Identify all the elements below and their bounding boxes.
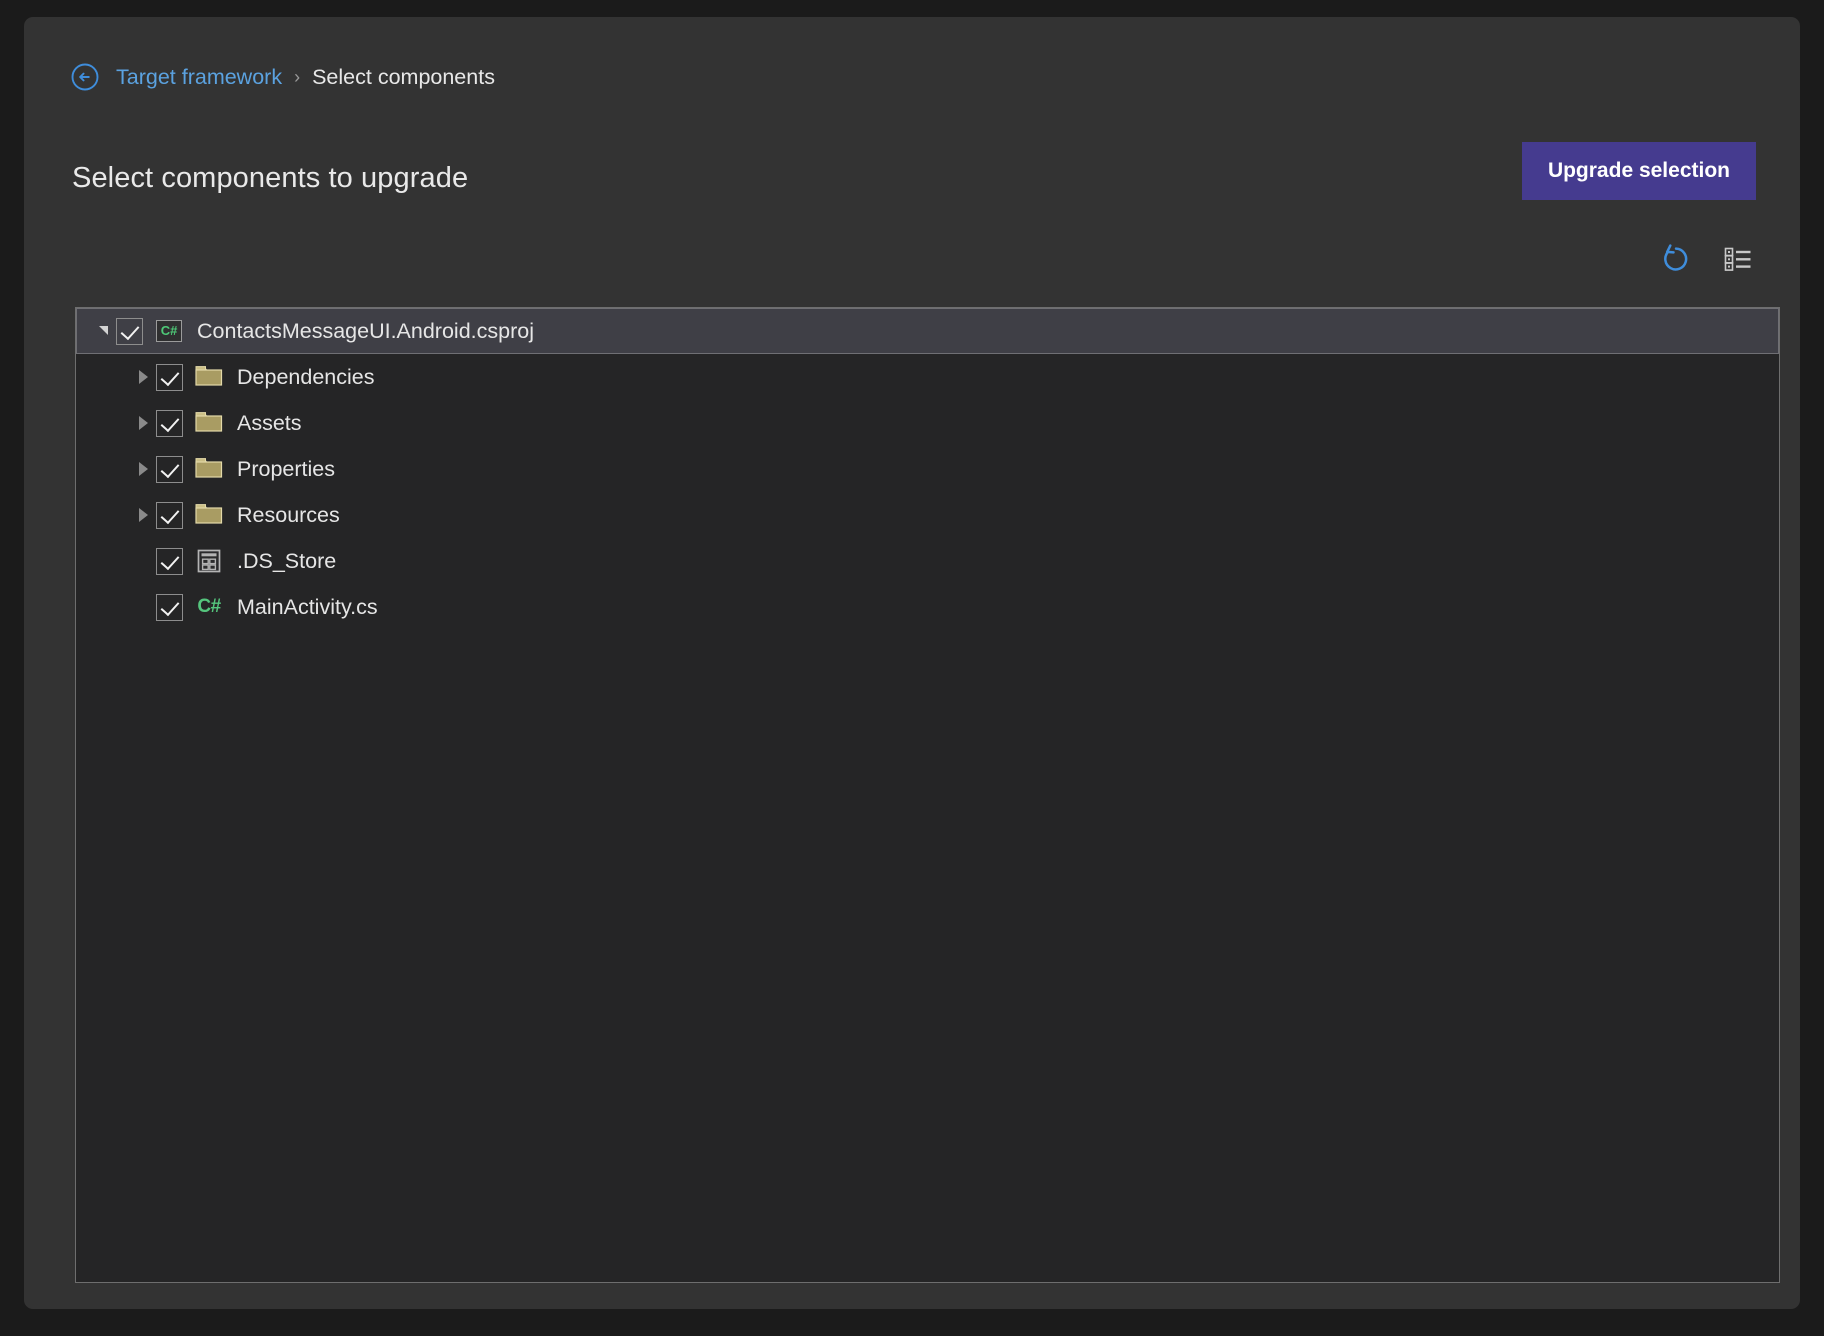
folder-icon <box>193 407 225 439</box>
wizard-panel: Target framework › Select components Sel… <box>24 17 1800 1309</box>
tree-row[interactable]: .DS_Store <box>76 538 1779 584</box>
tree-toolbar <box>1656 239 1758 279</box>
breadcrumb-current: Select components <box>312 64 495 89</box>
node-label: Properties <box>237 456 335 481</box>
node-checkbox[interactable] <box>156 455 183 483</box>
node-checkbox[interactable] <box>156 501 183 529</box>
component-tree[interactable]: C# ContactsMessageUI.Android.csproj Depend… <box>75 307 1780 1283</box>
node-label: Assets <box>237 410 302 435</box>
tree-row[interactable]: Assets <box>76 400 1779 446</box>
node-checkbox[interactable] <box>116 317 143 345</box>
node-checkbox[interactable] <box>156 547 183 575</box>
tree-row[interactable]: Resources <box>76 492 1779 538</box>
node-label: MainActivity.cs <box>237 594 378 619</box>
expander-collapsed-icon[interactable] <box>130 400 156 446</box>
tree-row[interactable]: Properties <box>76 446 1779 492</box>
expander-placeholder <box>130 584 156 630</box>
upgrade-selection-button[interactable]: Upgrade selection <box>1521 142 1756 200</box>
expander-placeholder <box>130 538 156 584</box>
breadcrumb: Target framework › Select components <box>70 60 495 94</box>
expander-collapsed-icon[interactable] <box>130 492 156 538</box>
breadcrumb-parent-link[interactable]: Target framework <box>116 65 282 90</box>
page-title: Select components to upgrade <box>72 162 469 194</box>
csharp-file-icon: C# <box>193 591 225 623</box>
folder-icon <box>193 361 225 393</box>
tree-row[interactable]: C# ContactsMessageUI.Android.csproj <box>76 308 1779 354</box>
list-view-icon[interactable] <box>1718 239 1758 279</box>
node-label: Dependencies <box>237 364 375 389</box>
csharp-file-icon-glyph: C# <box>197 596 221 617</box>
expander-collapsed-icon[interactable] <box>130 446 156 492</box>
node-checkbox[interactable] <box>156 363 183 391</box>
breadcrumb-separator: › <box>294 66 301 87</box>
node-label: ContactsMessageUI.Android.csproj <box>197 318 534 343</box>
tree-rows: C# ContactsMessageUI.Android.csproj Depend… <box>76 308 1779 630</box>
expander-expanded-icon[interactable] <box>90 308 116 354</box>
expander-collapsed-icon[interactable] <box>130 354 156 400</box>
csproj-icon-glyph: C# <box>156 320 182 342</box>
app-root: Target framework › Select components Sel… <box>0 0 1824 1336</box>
refresh-icon[interactable] <box>1656 239 1696 279</box>
tree-row[interactable]: Dependencies <box>76 354 1779 400</box>
node-label: Resources <box>237 502 340 527</box>
node-checkbox[interactable] <box>156 593 183 621</box>
back-arrow-circle-icon[interactable] <box>70 62 100 92</box>
node-checkbox[interactable] <box>156 409 183 437</box>
folder-icon <box>193 453 225 485</box>
csproj-icon: C# <box>153 315 185 347</box>
node-label: .DS_Store <box>237 548 337 573</box>
file-icon <box>193 545 225 577</box>
folder-icon <box>193 499 225 531</box>
tree-row[interactable]: C# MainActivity.cs <box>76 584 1779 630</box>
